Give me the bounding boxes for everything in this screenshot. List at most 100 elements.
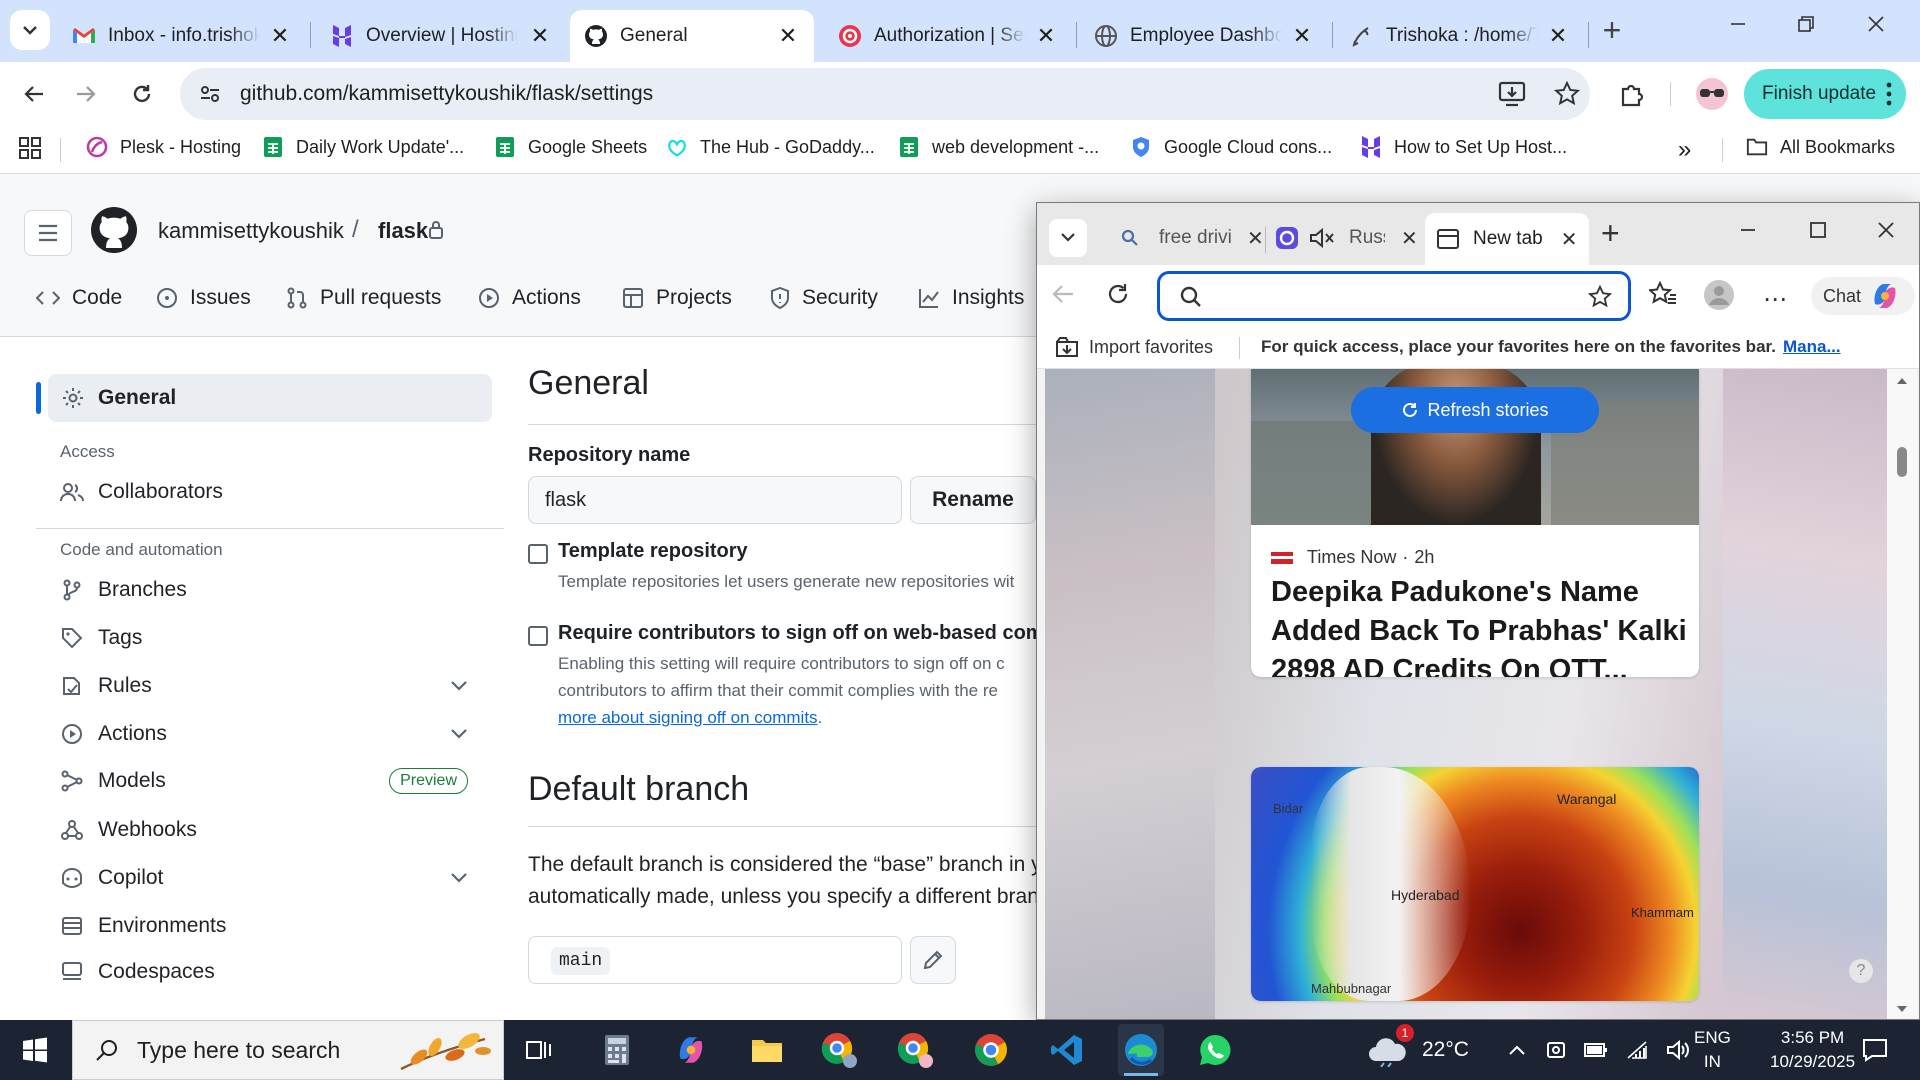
sidebar-item-tags[interactable]: Tags (60, 626, 480, 650)
calculator-icon[interactable] (594, 1028, 640, 1072)
tab-code[interactable]: Code (36, 286, 122, 310)
address-bar[interactable]: github.com/kammisettykoushik/flask/setti… (180, 68, 1590, 120)
edge-tab-russ[interactable]: Russ ✕ (1269, 215, 1449, 261)
chevron-up-icon[interactable] (1508, 1044, 1526, 1056)
close-window-icon[interactable] (1866, 14, 1906, 34)
scrollbar-thumb[interactable] (1897, 447, 1907, 477)
help-icon[interactable]: ? (1849, 959, 1873, 983)
file-explorer-icon[interactable] (744, 1028, 790, 1072)
maximize-icon[interactable] (1809, 221, 1827, 239)
whatsapp-icon[interactable] (1192, 1028, 1238, 1072)
weather-widget[interactable]: 1 22°C (1366, 1020, 1469, 1080)
bookmark-web-development[interactable]: web development -... (898, 136, 1099, 158)
import-favorites-button[interactable]: Import favorites (1055, 336, 1213, 358)
extensions-icon[interactable] (1612, 74, 1652, 114)
minimize-icon[interactable] (1739, 221, 1757, 239)
all-bookmarks-button[interactable]: All Bookmarks (1746, 136, 1895, 158)
tab-insights[interactable]: Insights (918, 286, 1024, 310)
news-card[interactable]: Refresh stories Times Now · 2h Deepika P… (1251, 369, 1699, 677)
volume-icon[interactable] (1666, 1039, 1690, 1061)
manage-favorites-link[interactable]: Mana... (1783, 337, 1841, 357)
bookmark-setup-hosting[interactable]: How to Set Up Host... (1360, 136, 1567, 158)
more-bookmarks-chevron-icon[interactable]: » (1678, 136, 1691, 164)
install-app-icon[interactable] (1498, 81, 1526, 107)
settings-more-icon[interactable]: ⋯ (1763, 285, 1788, 314)
bookmark-google-cloud[interactable]: Google Cloud cons... (1130, 136, 1332, 158)
sidebar-item-webhooks[interactable]: Webhooks (60, 818, 480, 842)
scroll-down-icon[interactable] (1896, 1005, 1908, 1013)
bookmark-godaddy-hub[interactable]: The Hub - GoDaddy... (666, 136, 875, 158)
weather-map-card[interactable]: Bidar Warangal Hyderabad Khammam Mahbubn… (1251, 767, 1699, 1001)
bookmark-google-sheets[interactable]: Google Sheets (494, 136, 647, 158)
edge-taskbar-icon[interactable] (1118, 1024, 1164, 1076)
wifi-icon[interactable] (1626, 1040, 1648, 1060)
chrome-tab-hostinger[interactable]: Overview | Hostinger ✕ (316, 10, 566, 62)
sidebar-item-collaborators[interactable]: Collaborators (60, 480, 480, 504)
close-tab-icon[interactable]: ✕ (1561, 227, 1578, 252)
chrome-tab-authorization[interactable]: Authorization | Ser ✕ (824, 10, 1072, 62)
url-text[interactable]: github.com/kammisettykoushik/flask/setti… (240, 82, 653, 106)
chrome-icon[interactable] (968, 1028, 1014, 1072)
close-tab-icon[interactable]: ✕ (268, 23, 292, 49)
clock[interactable]: 3:56 PM 10/29/2025 (1770, 1020, 1855, 1080)
meet-now-icon[interactable] (1546, 1039, 1566, 1061)
repo-owner-link[interactable]: kammisettykoushik (158, 218, 344, 244)
tab-actions[interactable]: Actions (478, 286, 581, 310)
edge-scrollbar[interactable] (1887, 369, 1917, 1019)
chrome-profile-2-icon[interactable] (892, 1028, 938, 1072)
forward-icon[interactable] (66, 74, 106, 114)
chevron-down-icon[interactable] (450, 680, 468, 692)
close-tab-icon[interactable]: ✕ (1247, 226, 1264, 251)
close-tab-icon[interactable]: ✕ (776, 23, 800, 49)
copilot-app-icon[interactable] (668, 1028, 714, 1072)
edge-tab-new-tab[interactable]: New tab ✕ (1425, 213, 1589, 265)
sidebar-item-environments[interactable]: Environments (60, 914, 480, 938)
minimize-icon[interactable] (1728, 14, 1768, 34)
sidebar-item-rules[interactable]: Rules (60, 674, 480, 698)
tab-actions-button[interactable] (1049, 219, 1087, 257)
news-headline[interactable]: Deepika Padukone's Name Added Back To Pr… (1271, 573, 1691, 677)
taskbar-search-box[interactable]: Type here to search (72, 1020, 504, 1080)
new-tab-icon[interactable]: + (1592, 12, 1632, 49)
edge-search-input[interactable] (1216, 282, 1556, 310)
close-tab-icon[interactable]: ✕ (1401, 226, 1418, 251)
restore-icon[interactable] (1796, 14, 1836, 34)
sidebar-item-copilot[interactable]: Copilot (60, 866, 480, 890)
battery-icon[interactable] (1584, 1042, 1608, 1058)
repo-name-input[interactable]: flask (528, 476, 902, 524)
finish-update-button[interactable]: Finish update (1744, 69, 1906, 119)
rename-button[interactable]: Rename (910, 476, 1036, 524)
sidebar-item-branches[interactable]: Branches (60, 578, 480, 602)
chrome-tab-terminal[interactable]: Trishoka : /home/T ✕ (1336, 10, 1584, 62)
apps-grid-icon[interactable] (18, 136, 42, 160)
sidebar-item-general[interactable]: General (48, 374, 492, 422)
vscode-icon[interactable] (1044, 1028, 1090, 1072)
muted-speaker-icon[interactable] (1309, 226, 1335, 250)
sidebar-item-codespaces[interactable]: Codespaces (60, 960, 480, 984)
profile-avatar[interactable] (1703, 279, 1735, 311)
repo-name-link[interactable]: flask (378, 218, 428, 244)
refresh-stories-button[interactable]: Refresh stories (1351, 387, 1599, 433)
reload-icon[interactable] (1105, 281, 1131, 307)
close-window-icon[interactable] (1877, 221, 1895, 239)
favorite-star-icon[interactable] (1588, 285, 1612, 309)
reload-icon[interactable] (122, 74, 162, 114)
profile-avatar[interactable] (1692, 74, 1732, 114)
sidebar-item-actions[interactable]: Actions (60, 722, 480, 746)
back-icon[interactable] (14, 74, 54, 114)
sidebar-item-models[interactable]: Models Preview (60, 768, 480, 794)
edit-default-branch-button[interactable] (910, 936, 956, 984)
chrome-tab-github-general[interactable]: General ✕ (570, 10, 814, 62)
tab-security[interactable]: Security (770, 286, 878, 310)
chrome-tab-gmail[interactable]: Inbox - info.trishoka ✕ (58, 10, 306, 62)
tab-search-button[interactable] (10, 10, 50, 50)
bookmark-plesk[interactable]: Plesk - Hosting (86, 136, 241, 158)
chrome-profile-icon[interactable] (816, 1028, 862, 1072)
close-tab-icon[interactable]: ✕ (528, 23, 552, 49)
notifications-icon[interactable] (1852, 1028, 1898, 1072)
signoff-checkbox[interactable] (528, 626, 548, 646)
bookmark-daily-work-update[interactable]: Daily Work Update'... (262, 136, 464, 158)
bookmark-star-icon[interactable] (1554, 81, 1580, 107)
tab-issues[interactable]: Issues (156, 286, 251, 310)
edge-tab-search[interactable]: free drivi ✕ (1109, 215, 1279, 261)
